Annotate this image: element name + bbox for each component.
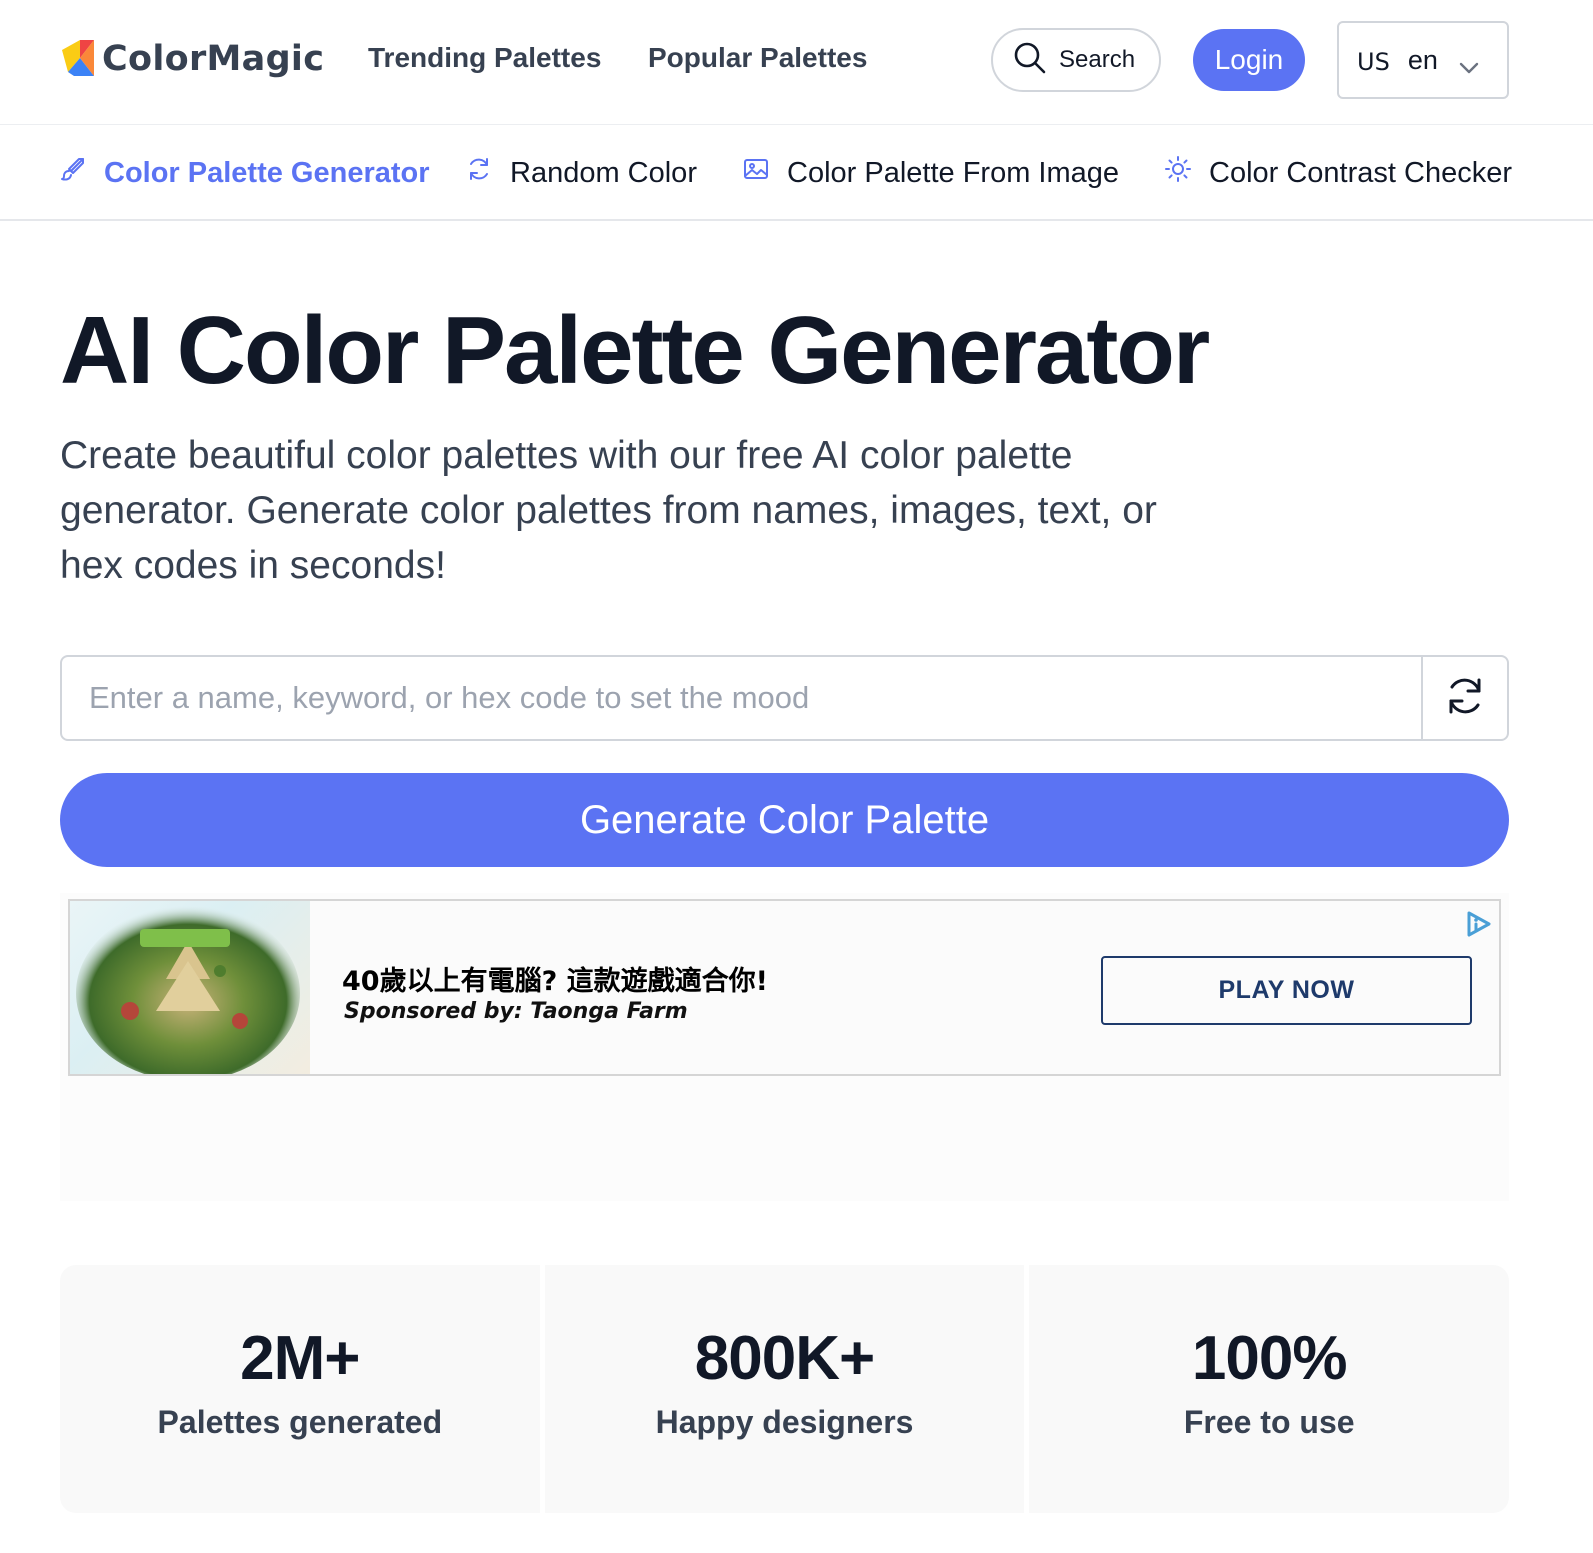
language-code: en bbox=[1407, 44, 1438, 75]
sun-icon bbox=[1165, 156, 1209, 190]
top-header: ColorMagic Trending Palettes Popular Pal… bbox=[0, 0, 1593, 125]
randomize-button[interactable] bbox=[1421, 657, 1507, 739]
brand-name: ColorMagic bbox=[102, 39, 325, 79]
tool-label: Random Color bbox=[510, 156, 697, 189]
tool-label: Color Palette Generator bbox=[104, 156, 430, 189]
search-label: Search bbox=[1059, 46, 1136, 73]
tool-color-contrast-checker[interactable]: Color Contrast Checker bbox=[1165, 156, 1512, 190]
stat-value: 2M+ bbox=[240, 1324, 360, 1393]
stat-card: 2M+ Palettes generated bbox=[60, 1265, 540, 1513]
ad-play-now-button[interactable]: PLAY NOW bbox=[1101, 956, 1472, 1025]
stat-label: Palettes generated bbox=[157, 1404, 443, 1440]
tool-color-palette-generator[interactable]: Color Palette Generator bbox=[60, 156, 430, 190]
stat-card: 100% Free to use bbox=[1029, 1265, 1510, 1513]
stat-label: Free to use bbox=[1183, 1404, 1355, 1440]
image-icon bbox=[743, 156, 787, 190]
page-title: AI Color Palette Generator bbox=[60, 297, 1210, 404]
language-select[interactable]: US en bbox=[1337, 21, 1509, 99]
generator-input-group bbox=[60, 655, 1509, 741]
stat-value: 100% bbox=[1191, 1324, 1348, 1393]
colormagic-logo-icon bbox=[60, 38, 96, 80]
stat-value: 800K+ bbox=[694, 1324, 875, 1393]
tool-label: Color Contrast Checker bbox=[1209, 156, 1512, 189]
nav-trending-palettes[interactable]: Trending Palettes bbox=[368, 42, 601, 74]
page-subtitle: Create beautiful color palettes with our… bbox=[60, 434, 1157, 587]
mood-input[interactable] bbox=[62, 657, 1421, 739]
refresh-icon bbox=[1444, 675, 1486, 722]
chevron-down-icon bbox=[1459, 51, 1479, 82]
paintbrush-icon bbox=[60, 156, 104, 190]
tool-label: Color Palette From Image bbox=[787, 156, 1120, 189]
us-flag-icon: US bbox=[1357, 48, 1390, 76]
ad-headline[interactable]: 40歲以上有電腦? 這款遊戲適合你! bbox=[342, 959, 768, 998]
tool-color-palette-from-image[interactable]: Color Palette From Image bbox=[743, 156, 1119, 190]
stat-card: 800K+ Happy designers bbox=[544, 1265, 1025, 1513]
stats-section: 2M+ Palettes generated 800K+ Happy desig… bbox=[60, 1265, 1510, 1513]
tool-random-color[interactable]: Random Color bbox=[466, 156, 697, 190]
nav-popular-palettes[interactable]: Popular Palettes bbox=[648, 42, 867, 74]
generate-palette-button[interactable]: Generate Color Palette bbox=[60, 773, 1509, 867]
login-button[interactable]: Login bbox=[1193, 29, 1305, 91]
ad-sponsor: Sponsored by: Taonga Farm bbox=[344, 999, 688, 1024]
tool-navigation: Color Palette Generator Random Color Col… bbox=[0, 126, 1593, 221]
search-icon bbox=[1013, 41, 1047, 80]
sponsored-ad[interactable]: 40歲以上有電腦? 這款遊戲適合你! Sponsored by: Taonga … bbox=[68, 899, 1501, 1076]
stat-label: Happy designers bbox=[655, 1404, 914, 1440]
search-button[interactable]: Search bbox=[991, 28, 1161, 92]
ad-image[interactable] bbox=[70, 901, 310, 1074]
refresh-icon bbox=[466, 156, 510, 190]
brand-logo[interactable]: ColorMagic bbox=[60, 38, 324, 80]
adchoices-icon[interactable] bbox=[1463, 909, 1493, 944]
